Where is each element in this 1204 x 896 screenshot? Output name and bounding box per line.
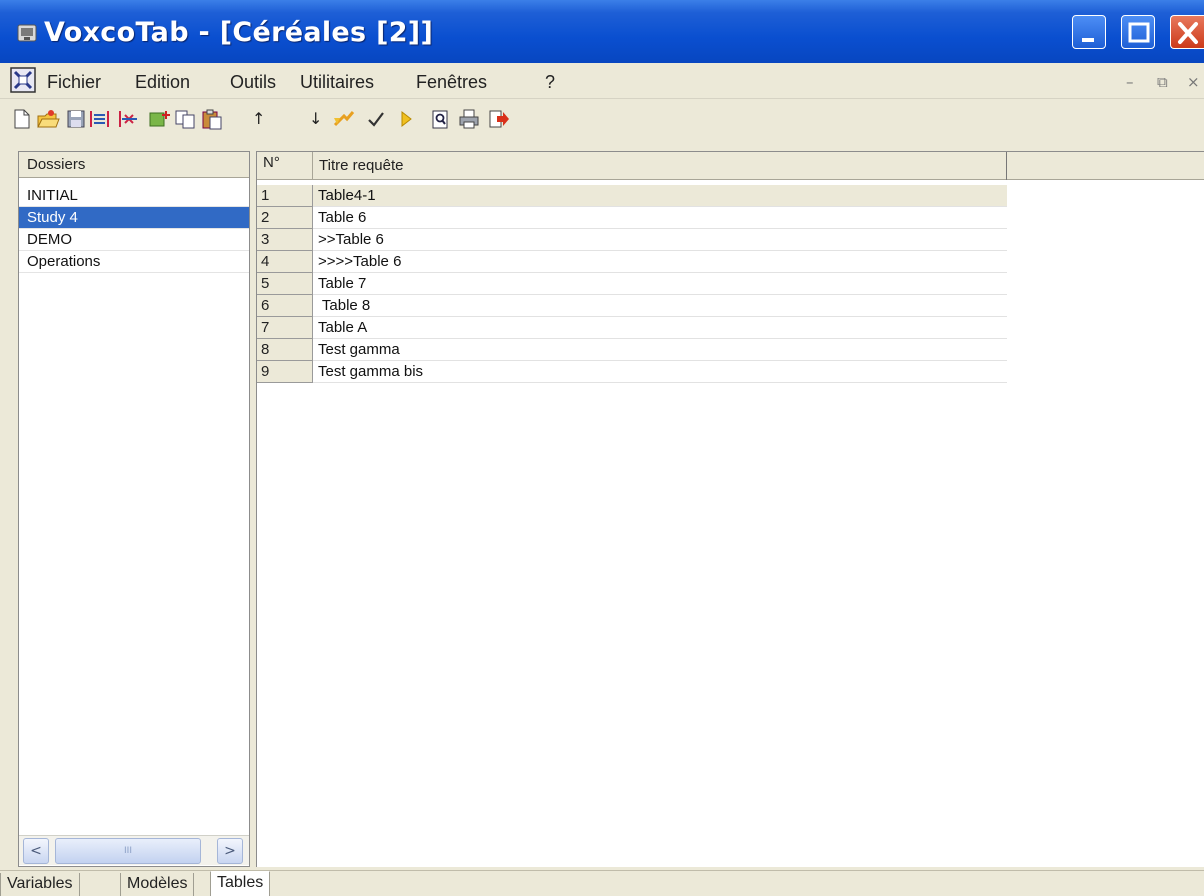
table-row[interactable]: 6 Table 8: [257, 295, 1007, 317]
mdi-restore-icon[interactable]: ⧉: [1157, 73, 1168, 91]
folders-panel: Dossiers INITIAL Study 4 DEMO Operations…: [18, 151, 250, 867]
save-icon[interactable]: [66, 108, 86, 130]
folder-item-study-4[interactable]: Study 4: [19, 207, 249, 229]
view-icon[interactable]: [430, 108, 450, 130]
row-title[interactable]: Table4-1: [318, 187, 376, 204]
print-icon[interactable]: [458, 108, 480, 130]
mdi-minimize-icon[interactable]: –: [1126, 73, 1134, 91]
folder-item-demo[interactable]: DEMO: [19, 229, 249, 251]
window-title: VoxcoTab - [Céréales [2]]: [44, 17, 434, 48]
menu-utilitaires[interactable]: Utilitaires: [300, 72, 374, 93]
column-header-number[interactable]: N°: [257, 152, 313, 180]
tab-variables[interactable]: Variables: [0, 873, 80, 896]
table-row[interactable]: 9 Test gamma bis: [257, 361, 1007, 383]
row-title[interactable]: Table 7: [318, 275, 366, 292]
paste-icon[interactable]: [200, 108, 224, 130]
app-icon[interactable]: [16, 22, 38, 44]
check-icon[interactable]: [366, 108, 386, 130]
row-title[interactable]: Table 8: [318, 297, 370, 314]
table-row[interactable]: 2 Table 6: [257, 207, 1007, 229]
menu-help[interactable]: ?: [545, 72, 555, 93]
copy-icon[interactable]: [174, 108, 198, 130]
horizontal-scrollbar[interactable]: < III >: [19, 835, 249, 865]
menu-outils[interactable]: Outils: [230, 72, 276, 93]
row-title[interactable]: Test gamma: [318, 341, 400, 358]
row-number[interactable]: 1: [257, 185, 313, 207]
scroll-thumb[interactable]: III: [55, 838, 201, 864]
row-title[interactable]: >>Table 6: [318, 231, 384, 248]
grid-header: N° Titre requête: [257, 152, 1204, 180]
move-up-icon[interactable]: ↑: [252, 109, 265, 128]
row-number[interactable]: 5: [257, 273, 313, 295]
column-header-title[interactable]: Titre requête: [313, 152, 1007, 180]
scroll-right-button[interactable]: >: [217, 838, 243, 864]
play-icon[interactable]: [396, 108, 416, 130]
row-title[interactable]: >>>>Table 6: [318, 253, 401, 270]
row-number[interactable]: 4: [257, 251, 313, 273]
add-table-icon[interactable]: [148, 108, 172, 130]
document-icon[interactable]: [10, 67, 36, 93]
table-row[interactable]: 1 Table4-1: [257, 185, 1007, 207]
mdi-close-icon[interactable]: ×: [1187, 73, 1200, 91]
title-bar[interactable]: VoxcoTab - [Céréales [2]]: [0, 0, 1204, 63]
tables-grid: N° Titre requête 1 Table4-1 2 Table 6 3 …: [256, 151, 1204, 867]
menu-fenetres[interactable]: Fenêtres: [416, 72, 487, 93]
menu-bar: Fichier Edition Outils Utilitaires Fenêt…: [0, 63, 1204, 99]
table-row[interactable]: 3 >>Table 6: [257, 229, 1007, 251]
scroll-left-button[interactable]: <: [23, 838, 49, 864]
new-document-icon[interactable]: [12, 108, 32, 130]
row-number[interactable]: 8: [257, 339, 313, 361]
tab-modeles[interactable]: Modèles: [120, 873, 195, 896]
table-row[interactable]: 7 Table A: [257, 317, 1007, 339]
table-row[interactable]: 4 >>>>Table 6: [257, 251, 1007, 273]
close-button[interactable]: [1170, 15, 1204, 49]
table-row[interactable]: 5 Table 7: [257, 273, 1007, 295]
move-down-icon[interactable]: ↓: [309, 109, 322, 128]
minimize-button[interactable]: [1072, 15, 1106, 49]
folder-item-operations[interactable]: Operations: [19, 251, 249, 273]
row-title[interactable]: Test gamma bis: [318, 363, 423, 380]
row-number[interactable]: 9: [257, 361, 313, 383]
row-number[interactable]: 7: [257, 317, 313, 339]
delete-columns-icon[interactable]: [117, 108, 141, 130]
run-all-icon[interactable]: [332, 108, 356, 130]
open-folder-icon[interactable]: [36, 108, 60, 130]
row-number[interactable]: 3: [257, 229, 313, 251]
tab-tables[interactable]: Tables: [210, 871, 271, 896]
row-title[interactable]: Table 6: [318, 209, 366, 226]
columns-icon[interactable]: [88, 108, 112, 130]
table-row[interactable]: 8 Test gamma: [257, 339, 1007, 361]
menu-fichier[interactable]: Fichier: [47, 72, 101, 93]
maximize-button[interactable]: [1121, 15, 1155, 49]
row-title[interactable]: Table A: [318, 319, 367, 336]
export-icon[interactable]: [488, 108, 510, 130]
row-number[interactable]: 6: [257, 295, 313, 317]
toolbar: ↑ ↓: [0, 99, 1204, 141]
folder-item-initial[interactable]: INITIAL: [19, 185, 249, 207]
folders-header[interactable]: Dossiers: [19, 152, 249, 178]
menu-edition[interactable]: Edition: [135, 72, 190, 93]
row-number[interactable]: 2: [257, 207, 313, 229]
bottom-tab-bar: Variables Modèles Tables: [0, 870, 1204, 896]
